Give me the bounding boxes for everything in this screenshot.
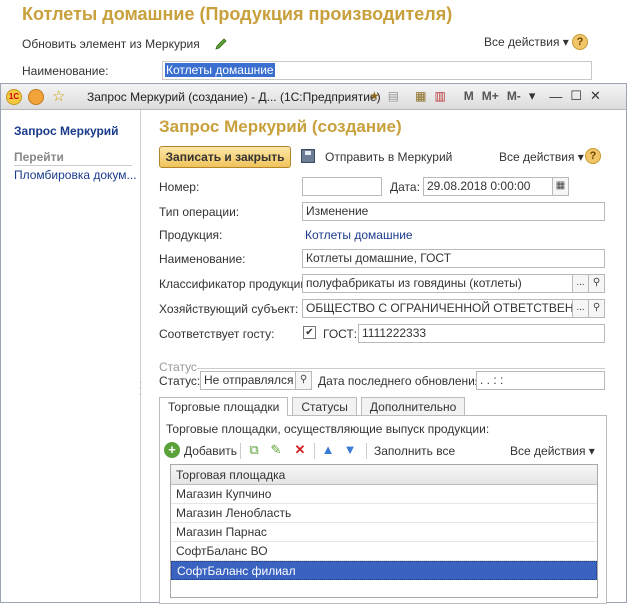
minimize-button[interactable]: — [549,89,562,104]
column-header-trade-site[interactable]: Торговая площадка [171,465,597,485]
window-titlebar: 1С ☆ Запрос Меркурий (создание) - Д... (… [1,84,626,110]
background-form: Котлеты домашние (Продукция производител… [0,0,627,90]
help-icon[interactable]: ? [585,148,601,164]
panel-resize-handle[interactable]: · · · [139,378,142,400]
window-menu-dropdown-icon[interactable]: ▾ [529,88,536,104]
tab-bar: Торговые площадки Статусы Дополнительно [159,397,469,416]
last-update-label: Дата последнего обновления: [318,374,485,388]
toolbar-separator [366,443,367,459]
classifier-field[interactable]: полуфабрикаты из говядины (котлеты) ... … [302,274,605,293]
entity-field[interactable]: ОБЩЕСТВО С ОГРАНИЧЕННОЙ ОТВЕТСТВЕННОСТ .… [302,299,605,318]
status-label: Статус: [159,374,201,388]
entity-label: Хозяйствующий субъект: [159,302,299,316]
date-field[interactable]: 29.08.2018 0:00:00 ▦ [423,177,569,196]
help-icon[interactable]: ? [572,34,588,50]
window-tools: ★ ▤ ▦ ▥ M M+ M- ▾ — ☐ ✕ [369,88,601,104]
form-title: Запрос Меркурий (создание) [159,117,402,136]
entity-choose-button[interactable]: ... [572,300,588,317]
1c-logo-icon[interactable]: 1С [6,89,22,105]
all-actions-menu[interactable]: Все действия ▾ [499,150,584,164]
table-row-selected[interactable]: СофтБаланс филиал [171,561,597,580]
memory-button[interactable]: M [464,89,474,103]
table-row[interactable]: Магазин Парнас [171,523,597,542]
window-title: Запрос Меркурий (создание) - Д... (1С:Пр… [87,90,381,104]
status-group-divider [197,368,605,369]
menu-circle-icon[interactable] [28,89,44,105]
calendar-icon[interactable]: ▥ [434,89,445,103]
background-name-field[interactable]: Котлеты домашние [162,61,592,80]
search-icon[interactable]: ⚲ [295,372,311,389]
background-title: Котлеты домашние (Продукция производител… [22,4,453,24]
nav-title[interactable]: Запрос Меркурий [14,124,119,138]
classifier-label: Классификатор продукции: [159,277,311,291]
memory-plus-button[interactable]: M+ [482,89,499,103]
delete-icon[interactable]: ✕ [292,442,308,458]
add-favorite-icon[interactable]: ★ [369,89,380,103]
gost-field[interactable]: 1111222333 [358,324,605,343]
send-to-mercury-button[interactable]: Отправить в Меркурий [325,150,452,164]
last-update-field[interactable]: . . : : [476,371,605,390]
status-group-title: Статус [159,360,197,374]
save-and-close-button[interactable]: Записать и закрыть [159,146,291,168]
grid-all-actions-menu[interactable]: Все действия ▾ [510,444,595,458]
table-row[interactable]: СофтБаланс ВО [171,542,597,561]
calendar-icon[interactable]: ▦ [552,178,568,195]
favorite-star-icon[interactable]: ☆ [52,87,65,105]
pencil-icon[interactable]: ✎ [268,442,284,458]
gost-label: ГОСТ: [323,327,358,341]
move-up-icon[interactable]: ▲ [320,442,336,458]
operation-type-field[interactable]: Изменение [302,202,605,221]
tab-additional[interactable]: Дополнительно [360,397,466,415]
close-button[interactable]: ✕ [590,88,601,104]
gost-match-checkbox[interactable]: ✔ [303,326,316,339]
classifier-choose-button[interactable]: ... [572,275,588,292]
mercury-request-window: 1С ☆ Запрос Меркурий (создание) - Д... (… [0,83,627,604]
table-row[interactable]: Магазин Купчино [171,485,597,504]
copy-icon[interactable]: ⧉ [246,442,262,458]
nav-item-sealing[interactable]: Пломбировка докум... [14,168,137,182]
fill-all-button[interactable]: Заполнить все [374,444,455,458]
memory-minus-button[interactable]: M- [507,89,521,103]
background-name-label: Наименование: [22,64,109,78]
trade-sites-caption: Торговые площадки, осуществляющие выпуск… [166,422,490,436]
product-label: Продукция: [159,228,223,242]
document-icon[interactable]: ▤ [388,89,399,103]
toolbar-separator [314,443,315,459]
save-icon[interactable] [301,149,315,163]
tab-statuses[interactable]: Статусы [292,397,357,415]
date-label: Дата: [390,180,420,194]
background-all-actions-menu[interactable]: Все действия ▾ [484,35,569,49]
table-row[interactable]: Магазин Ленобласть [171,504,597,523]
nav-section-goto: Перейти [14,150,132,166]
maximize-button[interactable]: ☐ [570,88,582,104]
pencil-icon[interactable] [214,37,228,51]
form-main: Запрос Меркурий (создание) Записать и за… [149,110,626,604]
move-down-icon[interactable]: ▼ [342,442,358,458]
operation-type-label: Тип операции: [159,205,240,219]
calculator-icon[interactable]: ▦ [415,89,426,103]
search-icon[interactable]: ⚲ [588,300,604,317]
trade-sites-panel: Торговые площадки, осуществляющие выпуск… [159,415,607,604]
tab-trade-sites[interactable]: Торговые площадки [159,397,289,416]
add-button[interactable]: Добавить [184,444,237,458]
number-field[interactable] [302,177,382,196]
toolbar-separator [240,443,241,459]
update-from-mercury-button[interactable]: Обновить элемент из Меркурия [22,37,200,51]
trade-sites-toolbar: + Добавить ⧉ ✎ ✕ ▲ ▼ Заполнить все Все д… [164,440,602,462]
navigation-panel: Запрос Меркурий Перейти Пломбировка доку… [1,110,142,602]
number-label: Номер: [159,180,200,194]
gost-match-label: Соответствует госту: [159,327,275,341]
status-field[interactable]: Не отправлялся ⚲ [200,371,312,390]
add-icon[interactable]: + [164,442,180,458]
search-icon[interactable]: ⚲ [588,275,604,292]
trade-sites-table: Торговая площадка Магазин Купчино Магази… [170,464,598,598]
product-link[interactable]: Котлеты домашние [305,228,413,242]
name-field[interactable]: Котлеты домашние, ГОСТ [302,249,605,268]
name-label: Наименование: [159,252,246,266]
